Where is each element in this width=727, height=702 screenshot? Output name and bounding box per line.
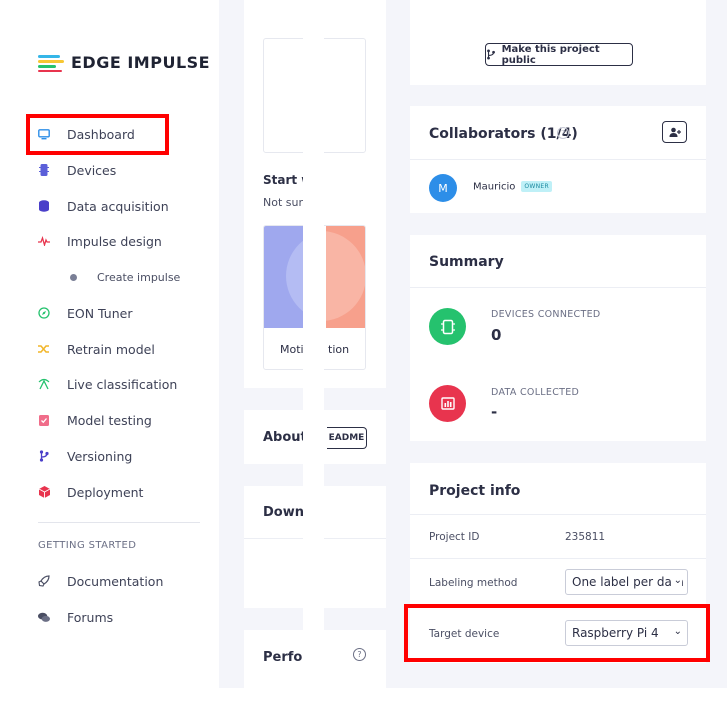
sidebar: EDGE IMPULSE Dashboard Devices Data acqu… bbox=[0, 0, 219, 702]
collaborators-separator bbox=[410, 159, 706, 160]
avatar[interactable]: M bbox=[429, 174, 457, 202]
data-collected-label: DATA COLLECTED bbox=[491, 387, 580, 398]
clipboard-check-icon bbox=[38, 414, 50, 426]
about-title: About bbox=[263, 430, 307, 445]
pulse-icon bbox=[38, 235, 50, 247]
labeling-method-select[interactable]: One label per data i ⌄ bbox=[565, 569, 688, 595]
devices-connected-icon bbox=[429, 308, 466, 345]
package-icon bbox=[38, 486, 50, 498]
add-collaborator-button[interactable] bbox=[662, 121, 687, 143]
branch-icon bbox=[38, 450, 50, 462]
sidebar-item-label: Forums bbox=[67, 609, 114, 625]
chip-icon bbox=[38, 164, 50, 176]
database-icon bbox=[38, 200, 50, 212]
download-title: Downl bbox=[263, 505, 309, 520]
edge-impulse-logo[interactable]: EDGE IMPULSE bbox=[38, 52, 210, 72]
branch-icon bbox=[487, 49, 495, 60]
performance-title: Perfor bbox=[263, 650, 309, 665]
compass-icon bbox=[38, 307, 50, 319]
sidebar-subitem-create-impulse[interactable]: Create impulse bbox=[38, 259, 208, 295]
data-collected-icon bbox=[429, 385, 466, 422]
bottom-strip bbox=[219, 688, 727, 702]
sidebar-item-versioning[interactable]: Versioning bbox=[38, 438, 208, 474]
sidebar-item-forums[interactable]: Forums bbox=[38, 599, 208, 635]
make-public-button[interactable]: Make this project public bbox=[485, 43, 633, 66]
sidebar-item-deployment[interactable]: Deployment bbox=[38, 474, 208, 510]
summary-card: Summary DEVICES CONNECTED 0 DATA COLLECT… bbox=[410, 235, 706, 441]
public-card: Make this project public bbox=[410, 0, 706, 85]
project-id-label: Project ID bbox=[429, 531, 480, 543]
sidebar-item-eon-tuner[interactable]: EON Tuner bbox=[38, 295, 208, 331]
data-collected-value: - bbox=[491, 403, 498, 421]
collaborator-row: Mauricio OWNER bbox=[473, 181, 552, 193]
chevron-down-icon: ⌄ bbox=[671, 575, 682, 586]
collaborator-name: Mauricio bbox=[473, 181, 516, 193]
sidebar-item-label: Devices bbox=[67, 162, 117, 178]
motion-image-blue bbox=[264, 226, 307, 328]
sidebar-item-impulse-design[interactable]: Impulse design bbox=[38, 223, 208, 259]
labeling-method-label: Labeling method bbox=[429, 577, 518, 589]
chat-icon bbox=[38, 611, 50, 623]
logo-text: EDGE IMPULSE bbox=[71, 52, 211, 72]
add-user-icon bbox=[669, 127, 681, 137]
sidebar-item-label: Data acquisition bbox=[67, 198, 169, 214]
help-icon[interactable]: ? bbox=[557, 127, 569, 139]
summary-separator bbox=[410, 287, 706, 288]
rocket-icon bbox=[38, 575, 50, 587]
sidebar-item-retrain-model[interactable]: Retrain model bbox=[38, 331, 208, 367]
sidebar-item-label: Live classification bbox=[67, 376, 178, 392]
devices-connected-label: DEVICES CONNECTED bbox=[491, 309, 601, 320]
project-info-separator-1 bbox=[410, 514, 706, 515]
devices-connected-value: 0 bbox=[491, 326, 502, 344]
sidebar-item-devices[interactable]: Devices bbox=[38, 152, 208, 188]
sidebar-item-label: Deployment bbox=[67, 484, 144, 500]
highlight-box-dashboard bbox=[26, 114, 169, 155]
motion-image-salmon bbox=[326, 226, 365, 328]
radar-icon bbox=[38, 378, 50, 390]
project-info-separator-2 bbox=[410, 558, 706, 559]
collaborators-card: Collaborators (1/4) ? M Mauricio OWNER bbox=[410, 106, 706, 213]
sidebar-item-documentation[interactable]: Documentation bbox=[38, 563, 208, 599]
summary-title: Summary bbox=[429, 254, 504, 270]
sidebar-item-live-classification[interactable]: Live classification bbox=[38, 366, 208, 402]
sidebar-item-label: EON Tuner bbox=[67, 305, 133, 321]
page: EDGE IMPULSE Dashboard Devices Data acqu… bbox=[0, 0, 727, 702]
sidebar-item-model-testing[interactable]: Model testing bbox=[38, 402, 208, 438]
shuffle-icon bbox=[38, 343, 50, 355]
section-label-getting-started: GETTING STARTED bbox=[38, 540, 137, 551]
readme-button[interactable]: EADME bbox=[327, 427, 367, 449]
owner-badge: OWNER bbox=[521, 181, 552, 192]
sidebar-item-label: Versioning bbox=[67, 448, 133, 464]
help-icon[interactable]: ? bbox=[353, 648, 366, 661]
motion-label-right: tion bbox=[328, 343, 350, 356]
collaborators-title: Collaborators (1/4) bbox=[429, 126, 578, 142]
sidebar-item-label: Impulse design bbox=[67, 233, 162, 249]
sidebar-divider bbox=[38, 522, 200, 523]
sidebar-item-data-acquisition[interactable]: Data acquisition bbox=[38, 188, 208, 224]
logo-mark-icon bbox=[38, 52, 64, 72]
sidebar-item-label: Create impulse bbox=[97, 270, 181, 284]
labeling-method-value: One label per data i bbox=[572, 575, 688, 589]
main-content: Start w Not sur Moti tion About EADME Do… bbox=[219, 0, 727, 688]
column-gap bbox=[303, 0, 324, 688]
project-id-value: 235811 bbox=[565, 531, 606, 543]
make-public-label: Make this project public bbox=[501, 43, 600, 66]
sidebar-item-label: Retrain model bbox=[67, 341, 155, 357]
start-subtitle: Not sur bbox=[263, 196, 303, 209]
sidebar-item-label: Documentation bbox=[67, 573, 164, 589]
motion-label-left: Moti bbox=[280, 343, 304, 356]
sidebar-item-label: Model testing bbox=[67, 412, 152, 428]
project-info-title: Project info bbox=[429, 483, 521, 499]
dot-icon bbox=[70, 273, 77, 281]
highlight-box-target-device bbox=[404, 604, 710, 662]
